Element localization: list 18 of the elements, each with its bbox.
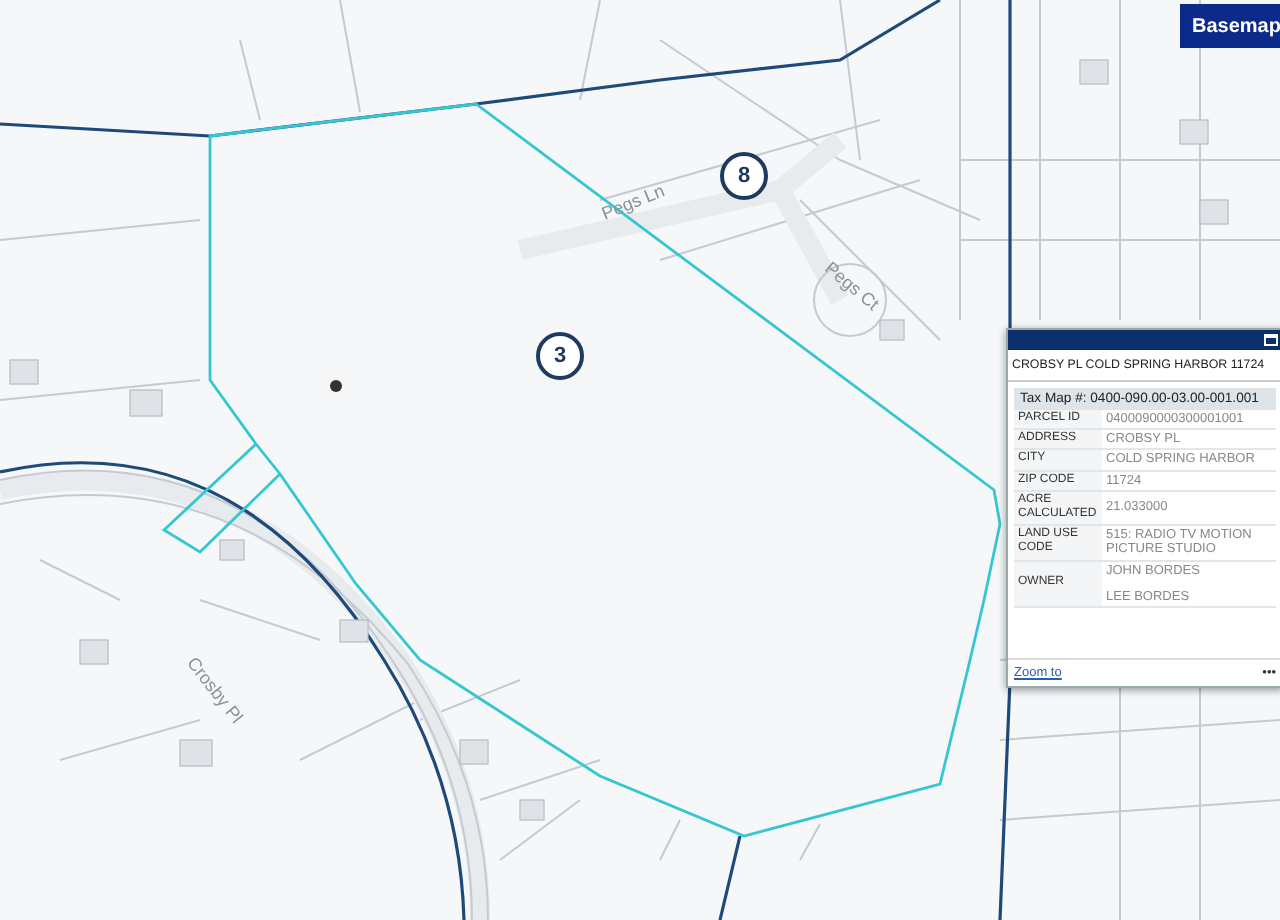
parcel-marker[interactable]: 8 [720,152,768,200]
building-icon [1179,119,1209,145]
building-icon [1199,199,1229,225]
building-icon [179,739,213,767]
parcel-marker[interactable]: 3 [536,332,584,380]
building-icon [79,639,109,665]
basemap-button[interactable]: Basemap [1180,4,1280,48]
building-icon [459,739,489,765]
building-icon [9,359,39,385]
map-point-icon [330,380,342,392]
building-icon [1079,59,1109,85]
maximize-icon[interactable] [1264,334,1278,346]
building-icon [219,539,245,561]
building-icon [879,319,905,341]
building-icon [519,799,545,821]
building-icon [339,619,369,643]
building-icon [129,389,163,417]
road-label: Pegs Ln [598,180,668,224]
